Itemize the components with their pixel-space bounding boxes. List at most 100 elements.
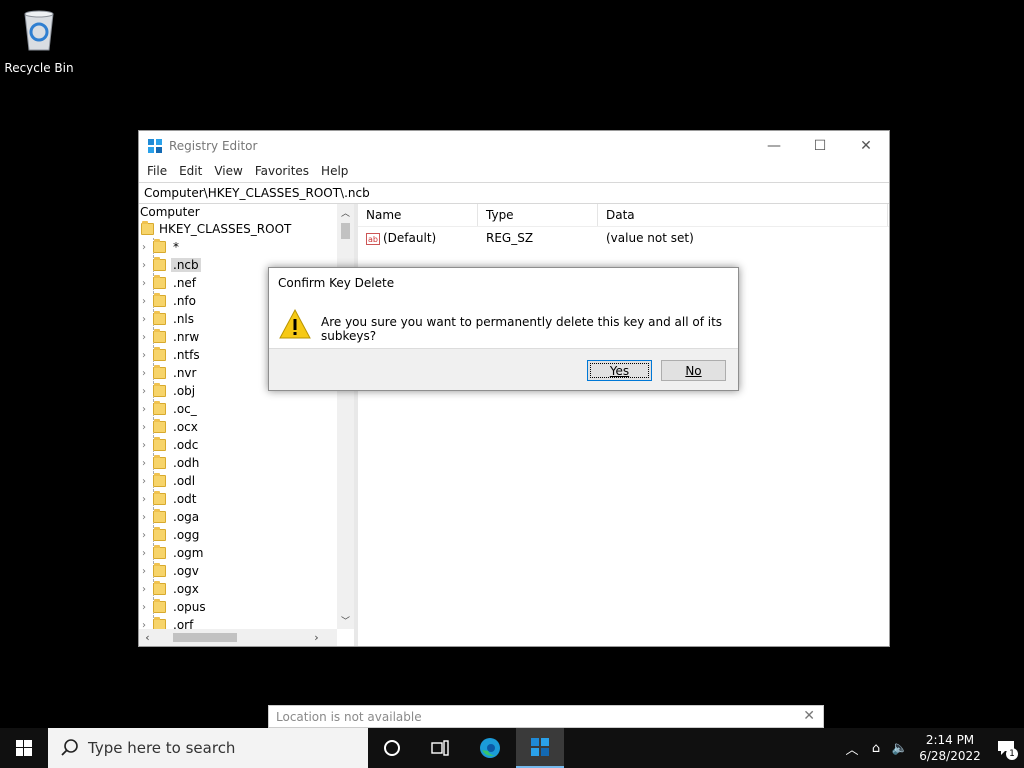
expand-chevron-icon[interactable]: › <box>139 494 149 505</box>
edge-taskbar-button[interactable] <box>466 728 514 768</box>
clock-time: 2:14 PM <box>925 733 975 747</box>
expand-chevron-icon[interactable]: › <box>139 332 149 343</box>
tree-item-label: .oga <box>173 510 200 524</box>
task-view-button[interactable] <box>416 728 464 768</box>
expand-chevron-icon[interactable]: › <box>139 512 149 523</box>
expand-chevron-icon[interactable]: › <box>139 296 149 307</box>
window-title: Registry Editor <box>169 139 258 153</box>
tree-horizontal-scrollbar[interactable]: ‹ › <box>139 629 337 646</box>
expand-chevron-icon[interactable]: › <box>139 476 149 487</box>
expand-chevron-icon[interactable]: › <box>139 368 149 379</box>
folder-icon <box>153 545 166 559</box>
tree-item[interactable]: › * <box>139 238 354 256</box>
tree-item[interactable]: › .ogg <box>139 526 354 544</box>
menu-help[interactable]: Help <box>315 164 354 178</box>
network-icon[interactable]: ⌂ <box>864 741 888 756</box>
column-type[interactable]: Type <box>478 204 598 226</box>
volume-icon[interactable]: 🔈 <box>888 741 912 756</box>
title-bar[interactable]: Registry Editor — ☐ ✕ <box>139 131 889 161</box>
folder-open-icon <box>141 221 154 235</box>
tree-item[interactable]: › .odc <box>139 436 354 454</box>
string-value-icon: ab <box>366 232 380 245</box>
expand-chevron-icon[interactable]: › <box>139 602 149 613</box>
tree-item[interactable]: › .odh <box>139 454 354 472</box>
system-tray: ︿ ⌂ 🔈 2:14 PM 6/28/2022 1 <box>840 728 1024 768</box>
tree-item[interactable]: › .ogv <box>139 562 354 580</box>
tree-item[interactable]: › .ogm <box>139 544 354 562</box>
scroll-down-icon[interactable]: ﹀ <box>337 612 354 629</box>
taskbar: Type here to search ︿ ⌂ 🔈 2:14 PM 6/28/2… <box>0 728 1024 768</box>
folder-icon <box>153 455 166 469</box>
expand-chevron-icon[interactable]: › <box>139 458 149 469</box>
tree-item[interactable]: › .oc_ <box>139 400 354 418</box>
scroll-thumb[interactable] <box>341 223 350 239</box>
recycle-bin-desktop-icon[interactable]: Recycle Bin <box>4 8 74 75</box>
no-button[interactable]: No <box>661 360 726 381</box>
folder-icon <box>153 581 166 595</box>
menu-edit[interactable]: Edit <box>173 164 208 178</box>
registry-editor-taskbar-button[interactable] <box>516 728 564 768</box>
folder-icon <box>153 419 166 433</box>
tree-item[interactable]: › .ogx <box>139 580 354 598</box>
registry-editor-icon <box>148 139 162 153</box>
expand-chevron-icon[interactable]: › <box>139 422 149 433</box>
yes-button[interactable]: Yes <box>587 360 652 381</box>
scroll-thumb-horizontal[interactable] <box>173 633 237 642</box>
expand-chevron-icon[interactable]: › <box>139 584 149 595</box>
expand-chevron-icon[interactable]: › <box>139 386 149 397</box>
folder-icon <box>153 473 166 487</box>
expand-chevron-icon[interactable]: › <box>139 530 149 541</box>
expand-chevron-icon[interactable]: › <box>139 440 149 451</box>
menu-favorites[interactable]: Favorites <box>249 164 315 178</box>
start-button[interactable] <box>0 728 48 768</box>
folder-icon <box>153 509 166 523</box>
expand-chevron-icon[interactable]: › <box>139 566 149 577</box>
scroll-up-icon[interactable]: ︿ <box>337 204 354 221</box>
folder-icon <box>153 257 166 271</box>
minimize-button[interactable]: — <box>751 131 797 161</box>
action-center-button[interactable]: 1 <box>988 728 1024 768</box>
tree-item-label: .ntfs <box>173 348 200 362</box>
cortana-button[interactable] <box>368 728 416 768</box>
edge-icon <box>480 738 500 758</box>
close-icon[interactable]: ✕ <box>803 708 815 724</box>
tree-item[interactable]: › .oga <box>139 508 354 526</box>
menu-file[interactable]: File <box>141 164 173 178</box>
expand-chevron-icon[interactable]: › <box>139 278 149 289</box>
expand-chevron-icon[interactable]: › <box>139 548 149 559</box>
tree-item[interactable]: › .odt <box>139 490 354 508</box>
expand-chevron-icon[interactable]: › <box>139 242 149 253</box>
value-row[interactable]: ab (Default) REG_SZ (value not set) <box>358 227 889 249</box>
search-icon <box>61 739 78 756</box>
tree-item-label: .ncb <box>171 258 201 272</box>
tree-item[interactable]: › .ocx <box>139 418 354 436</box>
clock[interactable]: 2:14 PM 6/28/2022 <box>918 732 982 764</box>
chevron-up-icon[interactable]: ︿ <box>840 739 864 758</box>
notification-badge: 1 <box>1006 748 1018 760</box>
menu-view[interactable]: View <box>208 164 248 178</box>
column-data[interactable]: Data <box>598 204 888 226</box>
folder-icon <box>153 599 166 613</box>
taskbar-search-box[interactable]: Type here to search <box>48 728 368 768</box>
tree-item[interactable]: › .opus <box>139 598 354 616</box>
scroll-right-icon[interactable]: › <box>308 631 325 644</box>
folder-icon <box>153 275 166 289</box>
column-name[interactable]: Name <box>358 204 478 226</box>
tree-computer[interactable]: Computer <box>139 204 354 220</box>
scroll-left-icon[interactable]: ‹ <box>139 631 156 644</box>
maximize-button[interactable]: ☐ <box>797 131 843 161</box>
search-placeholder: Type here to search <box>88 739 236 757</box>
close-button[interactable]: ✕ <box>843 131 889 161</box>
task-view-icon <box>431 740 449 756</box>
folder-icon <box>153 347 166 361</box>
tree-item[interactable]: › .odl <box>139 472 354 490</box>
clock-date: 6/28/2022 <box>919 749 981 763</box>
tree-hive[interactable]: HKEY_CLASSES_ROOT <box>139 220 354 238</box>
tree-item-label: .ocx <box>173 420 198 434</box>
address-bar[interactable]: Computer\HKEY_CLASSES_ROOT\.ncb <box>139 182 889 204</box>
expand-chevron-icon[interactable]: › <box>139 260 149 271</box>
expand-chevron-icon[interactable]: › <box>139 350 149 361</box>
expand-chevron-icon[interactable]: › <box>139 404 149 415</box>
folder-icon <box>153 365 166 379</box>
expand-chevron-icon[interactable]: › <box>139 314 149 325</box>
